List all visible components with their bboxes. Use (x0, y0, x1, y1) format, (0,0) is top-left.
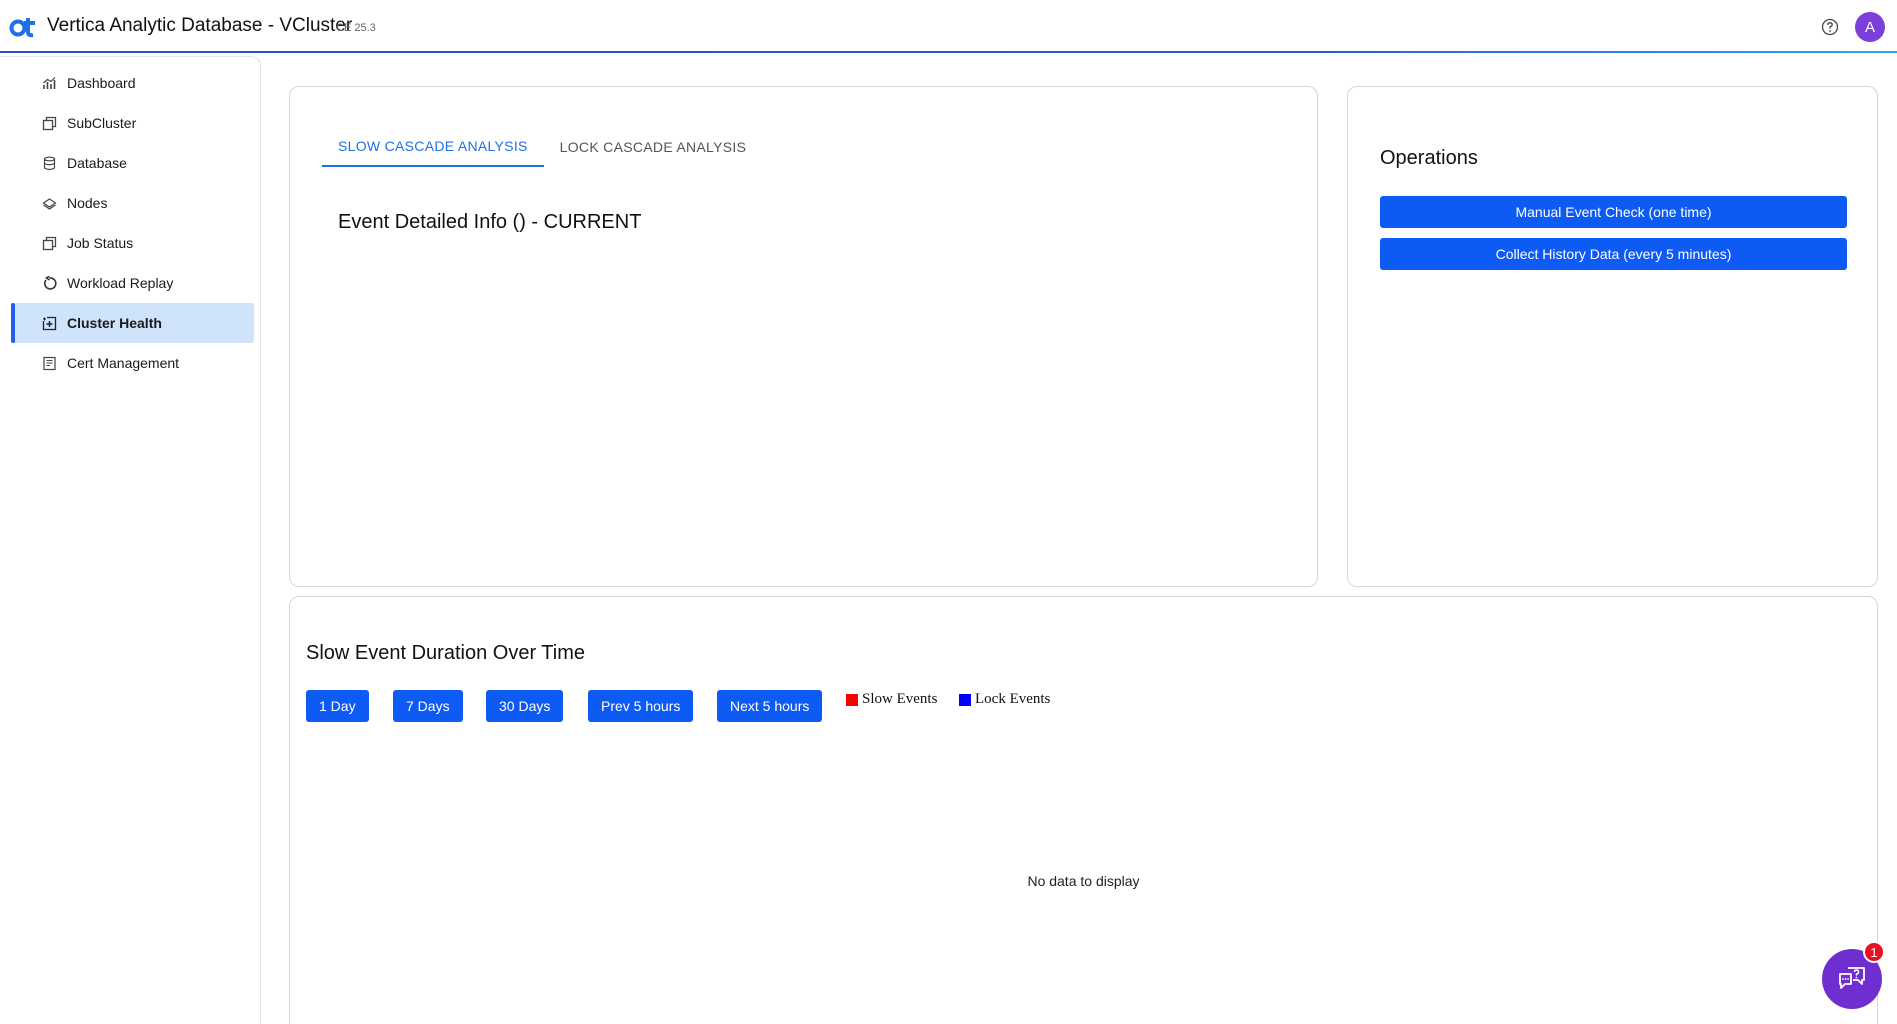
sidebar-item-subcluster[interactable]: SubCluster (11, 103, 254, 143)
sidebar-item-database[interactable]: Database (11, 143, 254, 183)
sidebar-item-label: Nodes (67, 195, 108, 211)
legend-slow-events: Slow Events (846, 691, 937, 708)
sidebar-nav: Dashboard SubCluster Database Nodes Job … (0, 57, 260, 383)
prev-5-hours-button[interactable]: Prev 5 hours (588, 690, 694, 722)
chat-help-icon (1839, 967, 1865, 989)
sidebar: Dashboard SubCluster Database Nodes Job … (0, 56, 261, 1024)
top-header: Vertica Analytic Database - VCluster CE … (0, 0, 1897, 53)
replay-icon (42, 275, 57, 291)
sidebar-item-label: SubCluster (67, 115, 137, 131)
health-icon (42, 316, 57, 331)
operations-card: Operations Manual Event Check (one time)… (1347, 86, 1878, 587)
sidebar-item-label: Job Status (67, 235, 134, 251)
legend-swatch-lock (959, 693, 971, 706)
help-icon[interactable] (1821, 18, 1839, 36)
copy-icon (42, 236, 57, 251)
app-title: Vertica Analytic Database - VCluster (47, 15, 353, 36)
sidebar-item-workload-replay[interactable]: Workload Replay (11, 263, 254, 303)
collect-history-data-button[interactable]: Collect History Data (every 5 minutes) (1380, 238, 1847, 270)
legend-label-lock: Lock Events (975, 691, 1051, 707)
event-details-card: SLOW CASCADE ANALYSIS LOCK CASCADE ANALY… (289, 86, 1318, 587)
sidebar-item-job-status[interactable]: Job Status (11, 223, 254, 263)
avatar-initial: A (1864, 18, 1875, 36)
tab-slow-cascade-analysis[interactable]: SLOW CASCADE ANALYSIS (322, 127, 544, 167)
avatar[interactable]: A (1855, 12, 1885, 42)
sidebar-item-label: Dashboard (67, 75, 136, 91)
chart-icon (42, 76, 57, 91)
range-1-day-button[interactable]: 1 Day (306, 690, 369, 722)
event-detail-title: Event Detailed Info () - CURRENT (338, 211, 642, 233)
sidebar-item-label: Cert Management (67, 355, 180, 371)
next-5-hours-button[interactable]: Next 5 hours (717, 690, 823, 722)
sidebar-item-dashboard[interactable]: Dashboard (11, 63, 254, 103)
legend-label-slow: Slow Events (862, 691, 938, 707)
operations-title: Operations (1380, 147, 1478, 169)
legend-lock-events: Lock Events (959, 691, 1050, 708)
sidebar-item-cert-management[interactable]: Cert Management (11, 343, 254, 383)
chat-notification-badge: 1 (1863, 941, 1885, 963)
slow-event-chart-card: Slow Event Duration Over Time 1 Day 7 Da… (289, 596, 1878, 1024)
database-icon (42, 156, 57, 171)
analysis-tabs: SLOW CASCADE ANALYSIS LOCK CASCADE ANALY… (322, 127, 762, 167)
range-30-days-button[interactable]: 30 Days (486, 690, 564, 722)
manual-event-check-button[interactable]: Manual Event Check (one time) (1380, 196, 1847, 228)
legend-swatch-slow (846, 693, 858, 706)
sidebar-item-label: Database (67, 155, 127, 171)
copy-icon (42, 116, 57, 131)
vertica-logo-icon[interactable] (9, 14, 37, 38)
certificate-icon (42, 356, 57, 371)
no-data-message: No data to display (1027, 873, 1140, 889)
sidebar-item-nodes[interactable]: Nodes (11, 183, 254, 223)
app-version: CE 25.3 (336, 22, 376, 34)
sidebar-item-label: Cluster Health (67, 315, 162, 331)
sidebar-item-label: Workload Replay (67, 275, 174, 291)
chart-title: Slow Event Duration Over Time (306, 642, 585, 664)
range-7-days-button[interactable]: 7 Days (393, 690, 463, 722)
layers-icon (42, 196, 57, 211)
tab-lock-cascade-analysis[interactable]: LOCK CASCADE ANALYSIS (544, 127, 763, 167)
sidebar-item-cluster-health[interactable]: Cluster Health (11, 303, 254, 343)
